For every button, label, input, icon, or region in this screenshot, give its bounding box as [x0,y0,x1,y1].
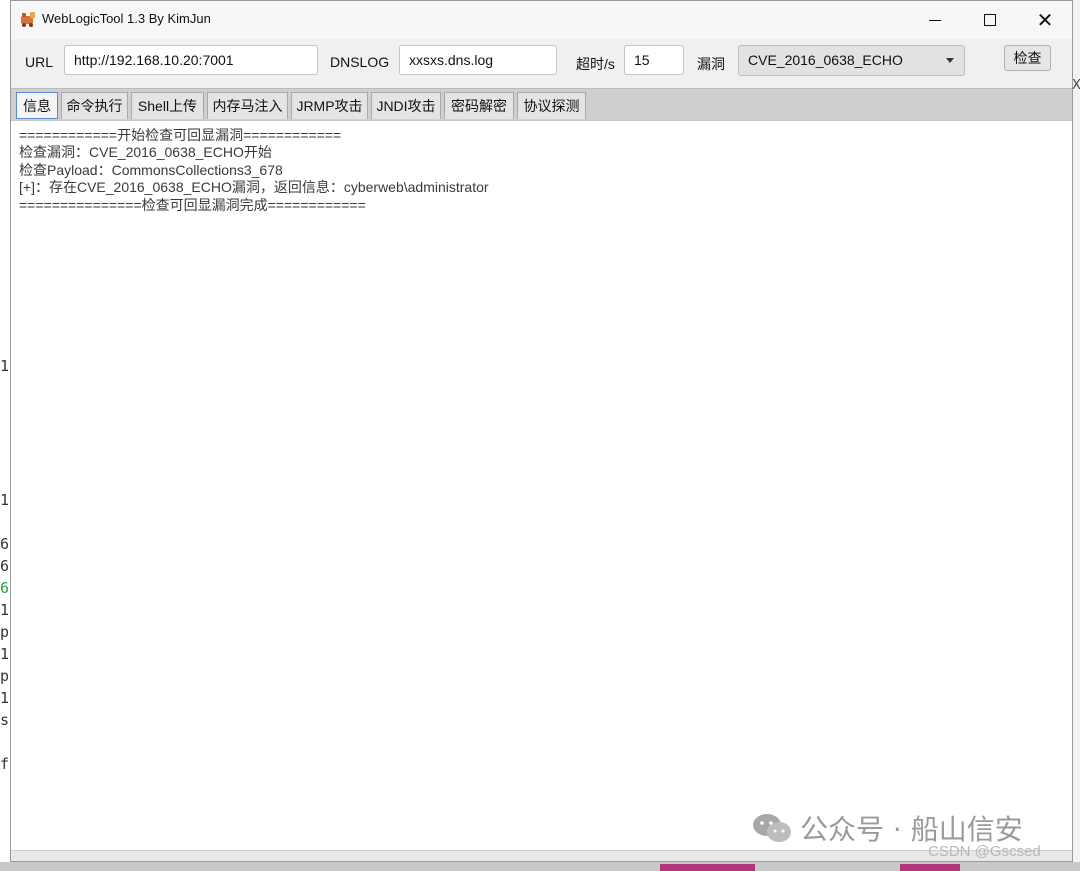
background-terminal-chars: 1 1 6 6 6 1 p 1 p 1 s f [0,0,10,871]
bg-char: 1 [0,689,10,707]
toolbar: URL http://192.168.10.20:7001 DNSLOG xxs… [11,39,1072,87]
tab-bar: 信息 命令执行 Shell上传 内存马注入 JRMP攻击 JNDI攻击 密码解密… [11,88,1072,120]
log-line: [+]：存在CVE_2016_0638_ECHO漏洞，返回信息：cyberweb… [19,179,489,195]
timeout-input[interactable]: 15 [624,45,684,75]
timeout-label: 超时/s [576,56,615,72]
bg-char: p [0,667,10,685]
window-title: WebLogicTool 1.3 By KimJun [42,11,211,26]
bg-char: 1 [0,645,10,663]
vuln-select[interactable]: CVE_2016_0638_ECHO [738,45,965,76]
bg-char: 6 [0,535,10,553]
bg-char: 1 [0,601,10,619]
bg-char: 1 [0,491,10,509]
vuln-select-value: CVE_2016_0638_ECHO [748,52,903,68]
url-label: URL [25,54,54,70]
bg-char: 1 [0,357,10,375]
dnslog-input[interactable]: xxsxs.dns.log [399,45,557,75]
chevron-down-icon [946,58,954,63]
bg-right-char: X [1072,78,1080,93]
bg-char: 6 [0,557,10,575]
tab-memshell-inject[interactable]: 内存马注入 [207,92,288,119]
tab-jrmp-attack[interactable]: JRMP攻击 [291,92,368,119]
app-logo-icon [21,12,35,27]
tab-info[interactable]: 信息 [16,92,58,119]
background-highlight [900,864,960,871]
minimize-button[interactable] [909,1,961,39]
bg-char: s [0,711,10,729]
watermark: 公众号 · 船山信安 [752,808,1023,848]
close-icon: ✕ [1036,8,1054,32]
maximize-button[interactable] [964,1,1016,39]
log-line: ===============检查可回显漏洞完成============ [19,197,366,213]
watermark-text: 公众号 · 船山信安 [800,813,1023,846]
title-bar[interactable]: WebLogicTool 1.3 By KimJun ✕ [11,1,1072,39]
log-line: 检查Payload：CommonsCollections3_678 [19,162,283,178]
close-button[interactable]: ✕ [1019,1,1071,39]
tab-shell-upload[interactable]: Shell上传 [131,92,204,119]
wechat-icon [753,814,791,842]
tab-password-decrypt[interactable]: 密码解密 [444,92,514,119]
url-input[interactable]: http://192.168.10.20:7001 [64,45,318,75]
minimize-icon [929,19,941,21]
dnslog-label: DNSLOG [330,54,390,70]
tab-protocol-probe[interactable]: 协议探测 [517,92,586,119]
tab-command-exec[interactable]: 命令执行 [61,92,128,119]
vuln-label: 漏洞 [697,56,725,72]
tab-jndi-attack[interactable]: JNDI攻击 [371,92,441,119]
maximize-icon [984,14,996,26]
watermark-sub: CSDN @Gscsed [928,843,1041,860]
check-button[interactable]: 检查 [1004,45,1051,71]
log-output-area[interactable]: ============开始检查可回显漏洞============ 检查漏洞：C… [11,120,1072,850]
horizontal-scrollbar[interactable] [11,850,1072,861]
bg-char: p [0,623,10,641]
log-line: ============开始检查可回显漏洞============ [19,127,342,143]
background-highlight [660,864,755,871]
bg-char: f [0,755,10,773]
app-window: WebLogicTool 1.3 By KimJun ✕ URL http://… [10,0,1073,862]
bg-char: 6 [0,579,10,597]
log-line: 检查漏洞：CVE_2016_0638_ECHO开始 [19,144,272,160]
